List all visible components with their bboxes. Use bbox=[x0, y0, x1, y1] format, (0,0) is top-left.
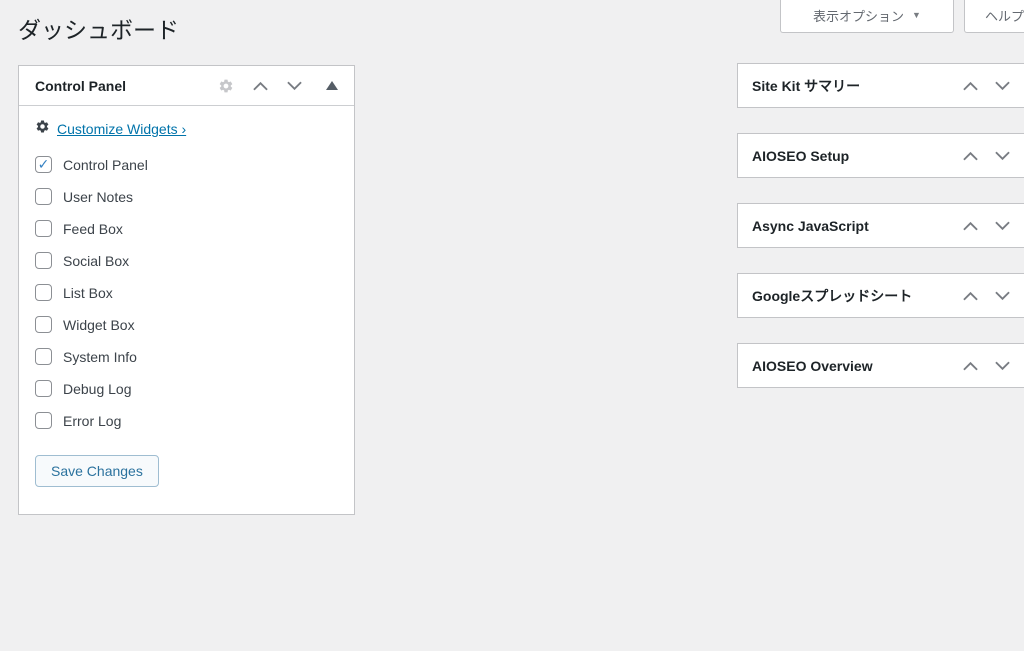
checkbox-row-list-box[interactable]: List Box bbox=[35, 284, 338, 301]
checkbox-label: List Box bbox=[63, 285, 113, 301]
checkbox-label: Feed Box bbox=[63, 221, 123, 237]
widget-header-google-spreadsheet[interactable]: Googleスプレッドシート bbox=[737, 273, 1024, 318]
chevron-down-icon[interactable] bbox=[995, 151, 1010, 161]
widget-header-aioseo-setup[interactable]: AIOSEO Setup bbox=[737, 133, 1024, 178]
customize-widgets-link[interactable]: Customize Widgets › bbox=[57, 121, 186, 137]
control-panel-widget: Control Panel Customize Widgets › bbox=[18, 65, 355, 515]
help-tab[interactable]: ヘルプ bbox=[964, 0, 1024, 33]
dashboard-page: { "page": { "title": "ダッシュボード" }, "scree… bbox=[0, 0, 1024, 651]
checkbox-row-error-log[interactable]: Error Log bbox=[35, 412, 338, 429]
screen-options-tab[interactable]: 表示オプション ▼ bbox=[780, 0, 954, 33]
checkbox-row-control-panel[interactable]: Control Panel bbox=[35, 156, 338, 173]
checkbox[interactable] bbox=[35, 156, 52, 173]
widget-title: AIOSEO Overview bbox=[752, 358, 873, 374]
checkbox[interactable] bbox=[35, 220, 52, 237]
checkbox[interactable] bbox=[35, 284, 52, 301]
checkbox-label: System Info bbox=[63, 349, 137, 365]
checkbox-row-widget-box[interactable]: Widget Box bbox=[35, 316, 338, 333]
control-panel-header[interactable]: Control Panel bbox=[19, 66, 354, 106]
chevron-down-icon[interactable] bbox=[995, 361, 1010, 371]
widget-title: Site Kit サマリー bbox=[752, 76, 860, 96]
checkbox[interactable] bbox=[35, 188, 52, 205]
widget-title: Googleスプレッドシート bbox=[752, 286, 912, 306]
chevron-up-icon[interactable] bbox=[963, 81, 978, 91]
checkbox-label: Error Log bbox=[63, 413, 121, 429]
checkbox-row-system-info[interactable]: System Info bbox=[35, 348, 338, 365]
save-changes-button[interactable]: Save Changes bbox=[35, 455, 159, 487]
gear-icon[interactable] bbox=[218, 78, 234, 94]
checkbox[interactable] bbox=[35, 380, 52, 397]
checkbox-row-user-notes[interactable]: User Notes bbox=[35, 188, 338, 205]
checkbox-label: Control Panel bbox=[63, 157, 148, 173]
checkbox[interactable] bbox=[35, 348, 52, 365]
chevron-up-icon[interactable] bbox=[963, 291, 978, 301]
checkbox-row-feed-box[interactable]: Feed Box bbox=[35, 220, 338, 237]
widget-title: AIOSEO Setup bbox=[752, 148, 849, 164]
checkbox-label: Social Box bbox=[63, 253, 129, 269]
chevron-down-icon[interactable] bbox=[995, 291, 1010, 301]
widget-header-aioseo-overview[interactable]: AIOSEO Overview bbox=[737, 343, 1024, 388]
widget-header-site-kit-summary[interactable]: Site Kit サマリー bbox=[737, 63, 1024, 108]
widget-title: Async JavaScript bbox=[752, 218, 869, 234]
page-title: ダッシュボード bbox=[18, 16, 179, 46]
widget-actions bbox=[218, 78, 338, 94]
chevron-up-icon[interactable] bbox=[963, 361, 978, 371]
checkbox[interactable] bbox=[35, 316, 52, 333]
caret-down-icon: ▼ bbox=[912, 10, 921, 20]
chevron-down-icon[interactable] bbox=[287, 81, 302, 91]
chevron-down-icon[interactable] bbox=[995, 81, 1010, 91]
checkbox-row-debug-log[interactable]: Debug Log bbox=[35, 380, 338, 397]
checkbox[interactable] bbox=[35, 412, 52, 429]
checkbox[interactable] bbox=[35, 252, 52, 269]
chevron-down-icon[interactable] bbox=[995, 221, 1010, 231]
checkbox-label: User Notes bbox=[63, 189, 133, 205]
widget-header-async-javascript[interactable]: Async JavaScript bbox=[737, 203, 1024, 248]
gear-icon bbox=[35, 119, 50, 139]
chevron-up-icon[interactable] bbox=[963, 221, 978, 231]
triangle-up-icon[interactable] bbox=[326, 81, 338, 90]
checkbox-label: Debug Log bbox=[63, 381, 132, 397]
widget-title: Control Panel bbox=[35, 78, 126, 94]
checkbox-label: Widget Box bbox=[63, 317, 135, 333]
chevron-up-icon[interactable] bbox=[253, 81, 268, 91]
screen-options-label: 表示オプション bbox=[813, 6, 904, 25]
chevron-up-icon[interactable] bbox=[963, 151, 978, 161]
checkbox-row-social-box[interactable]: Social Box bbox=[35, 252, 338, 269]
help-label: ヘルプ bbox=[985, 6, 1024, 25]
control-panel-body: Customize Widgets › Control Panel User N… bbox=[19, 106, 354, 503]
